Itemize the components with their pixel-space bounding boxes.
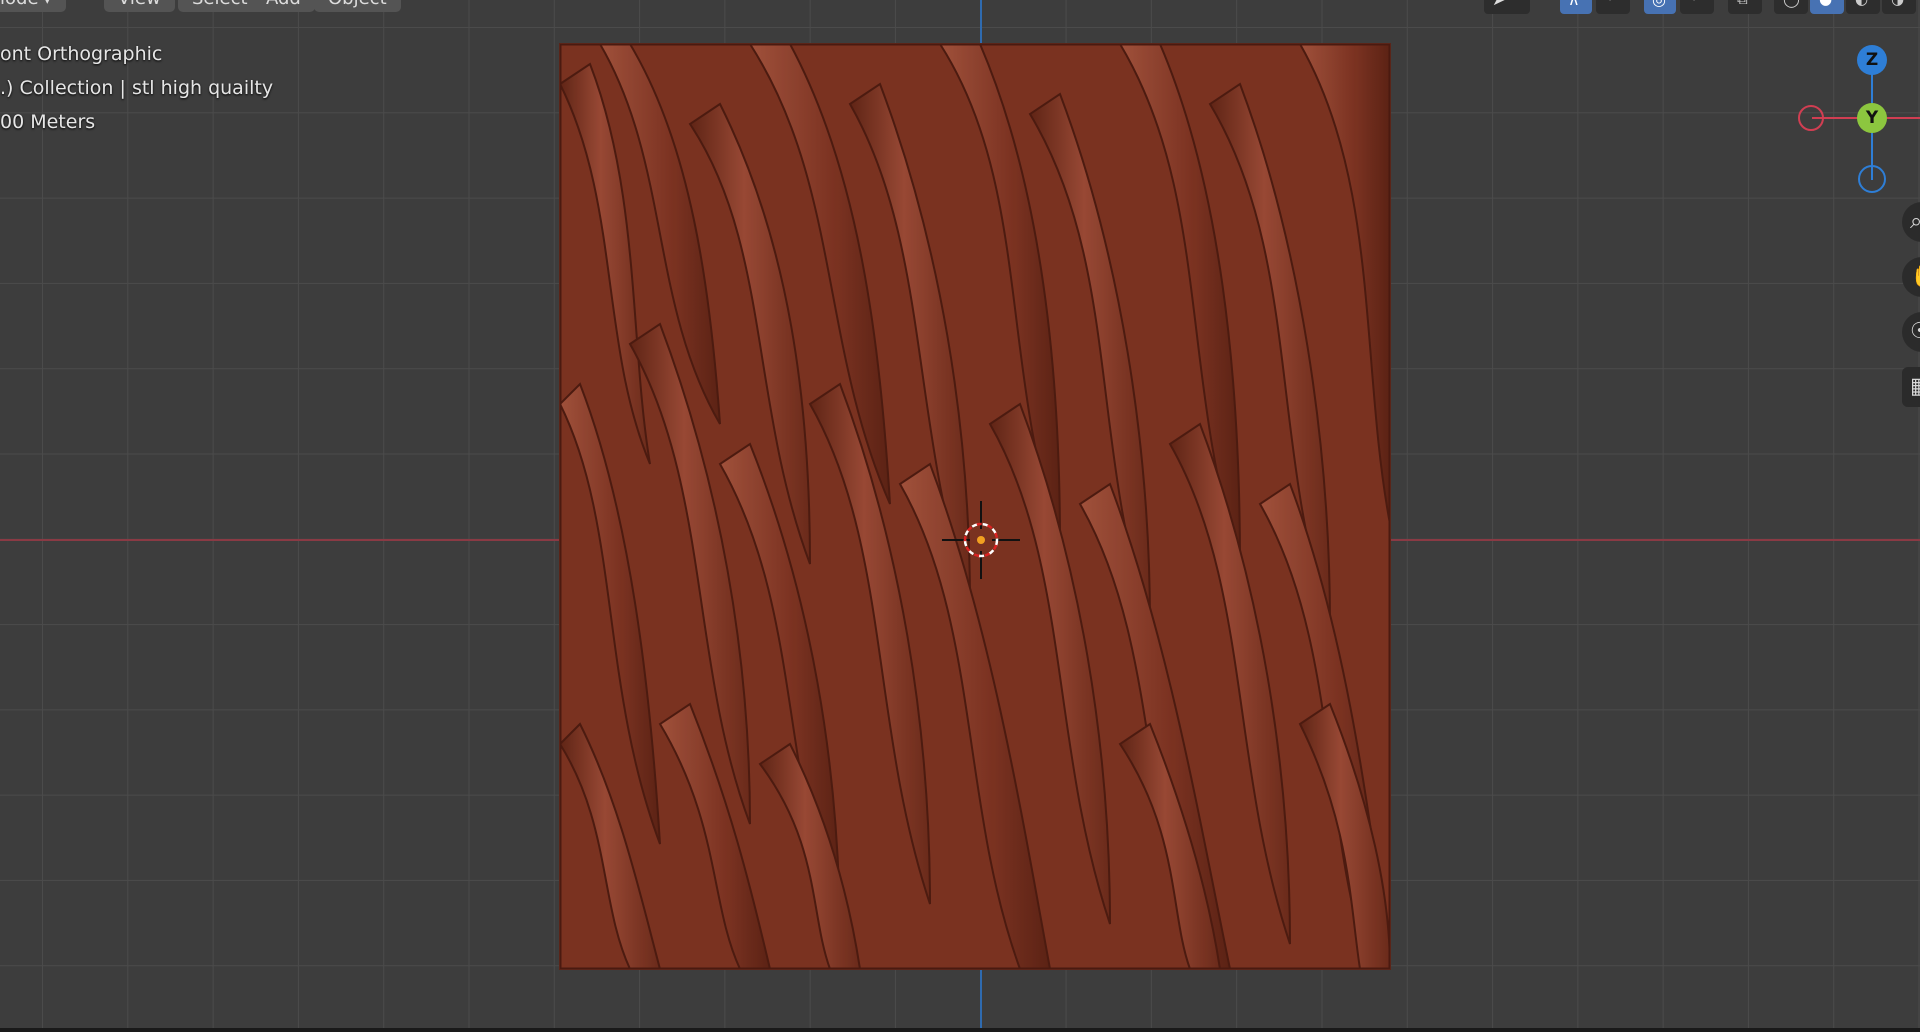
- 3d-cursor-icon[interactable]: [942, 501, 1020, 579]
- transform-pivot-button[interactable]: ➤: [1484, 0, 1530, 14]
- snapping-dropdown[interactable]: ▾: [1596, 0, 1630, 14]
- snapping-button[interactable]: ∧: [1560, 0, 1592, 14]
- viewport-header: lode ▾ View Select Add Object ➤ ∧ ▾ ◎ ▾ …: [0, 0, 1920, 14]
- view-name-label: ont Orthographic: [0, 43, 163, 65]
- gizmo-y-label: Y: [1865, 108, 1879, 128]
- menu-view[interactable]: View: [104, 0, 175, 12]
- chevron-down-icon: ▾: [1691, 0, 1697, 4]
- scale-label: 00 Meters: [0, 111, 96, 133]
- proportional-edit-button[interactable]: ◎: [1644, 0, 1676, 14]
- gizmo-y-axis[interactable]: Y: [1857, 103, 1887, 133]
- gizmo-z-label: Z: [1865, 50, 1879, 70]
- snap-icon: ∧: [1568, 0, 1580, 9]
- chevron-down-icon: ▾: [44, 0, 51, 7]
- menu-object[interactable]: Object: [314, 0, 401, 12]
- proportional-icon: ◎: [1652, 0, 1666, 9]
- rendered-sphere-icon: ◑: [1891, 0, 1904, 8]
- grid-icon[interactable]: ▦: [1902, 367, 1920, 407]
- collection-info-label: .) Collection | stl high quailty: [0, 77, 274, 99]
- gizmo-neg-z-axis[interactable]: [1858, 165, 1886, 193]
- shading-wireframe-button[interactable]: ◯: [1774, 0, 1808, 14]
- solid-sphere-icon: ●: [1819, 0, 1832, 8]
- menu-add[interactable]: Add: [252, 0, 315, 12]
- overlay-icon: ⧉: [1737, 0, 1748, 8]
- cursor-arrow-icon: ➤: [1492, 0, 1505, 9]
- wireframe-sphere-icon: ◯: [1783, 0, 1800, 8]
- gizmo-neg-x-axis[interactable]: [1798, 105, 1824, 131]
- material-sphere-icon: ◐: [1855, 0, 1868, 8]
- overlay-button[interactable]: ⧉: [1728, 0, 1762, 14]
- shading-material-button[interactable]: ◐: [1846, 0, 1880, 14]
- proportional-dropdown[interactable]: ▾: [1680, 0, 1714, 14]
- bottom-edge: [0, 1028, 1920, 1032]
- mode-label: lode: [0, 0, 39, 9]
- mode-dropdown[interactable]: lode ▾: [0, 0, 66, 12]
- gizmo-z-axis[interactable]: Z: [1857, 45, 1887, 75]
- shading-solid-button[interactable]: ●: [1810, 0, 1844, 14]
- shading-rendered-button[interactable]: ◑: [1882, 0, 1916, 14]
- chevron-down-icon: ▾: [1607, 0, 1613, 4]
- menu-select[interactable]: Select: [178, 0, 262, 12]
